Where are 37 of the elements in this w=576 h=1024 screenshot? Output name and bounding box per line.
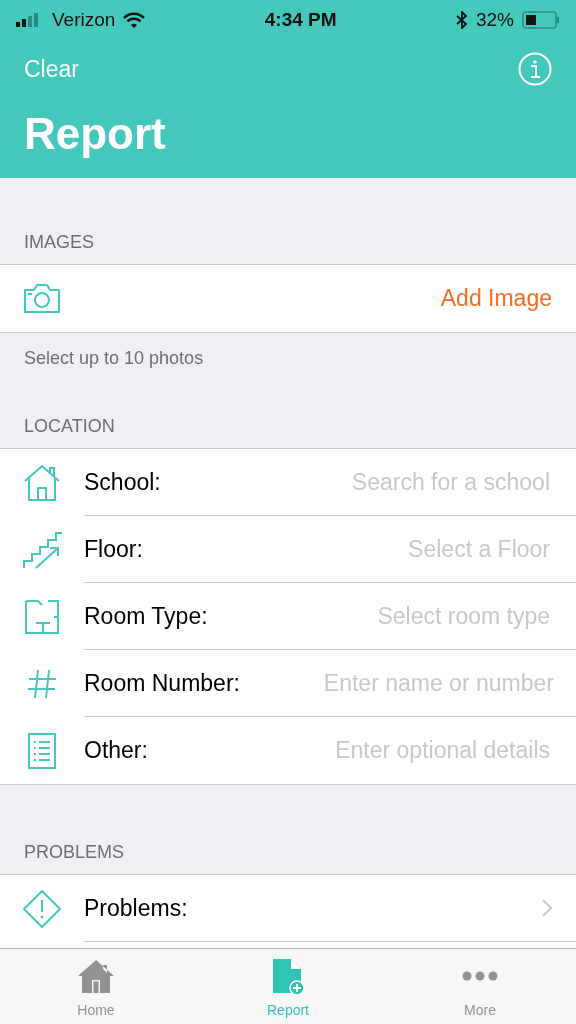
info-button[interactable]	[518, 52, 552, 86]
camera-icon	[22, 282, 62, 315]
section-footer: Select up to 10 photos	[0, 333, 576, 372]
section-header: LOCATION	[23, 415, 116, 438]
input-field[interactable]: Select room type	[223, 597, 552, 635]
battery-percent: 32%	[475, 7, 514, 32]
row-label: Floor:	[84, 534, 143, 564]
input-field[interactable]: Search for a school	[176, 463, 552, 501]
add-image-button[interactable]: Add Image	[440, 281, 552, 316]
bluetooth-icon	[455, 11, 468, 29]
clear-button[interactable]: Clear	[24, 51, 79, 87]
battery-icon	[522, 11, 560, 29]
chevron-icon	[542, 899, 552, 917]
house-icon	[77, 958, 115, 994]
stairs-icon	[22, 529, 62, 570]
tab-item[interactable]: Report	[192, 949, 384, 1024]
row-label: Problems:	[84, 893, 188, 923]
section-header: PROBLEMS	[23, 841, 126, 864]
page-title: Report	[23, 108, 167, 160]
info-icon	[518, 52, 552, 86]
document-add-icon	[271, 957, 305, 995]
tab-item[interactable]: More	[384, 949, 576, 1024]
status-time: 4:34 PM	[264, 7, 337, 32]
row-label: School:	[84, 467, 161, 497]
house-icon	[22, 462, 62, 503]
row-label: Room Number:	[84, 668, 240, 698]
section-header: IMAGES	[23, 231, 95, 254]
input-field[interactable]: Enter optional details	[163, 732, 552, 769]
warning-diamond-icon	[22, 888, 62, 929]
input-field[interactable]: Enter name or number	[255, 664, 556, 702]
input-field[interactable]: Select a Floor	[158, 530, 552, 568]
row-label: Other:	[84, 736, 148, 766]
row-label: Room Type:	[84, 601, 208, 631]
tab-item[interactable]: Home	[0, 949, 192, 1024]
carrier-name: Verizon	[52, 7, 116, 32]
more-icon	[462, 971, 498, 981]
wifi-icon	[123, 12, 146, 28]
